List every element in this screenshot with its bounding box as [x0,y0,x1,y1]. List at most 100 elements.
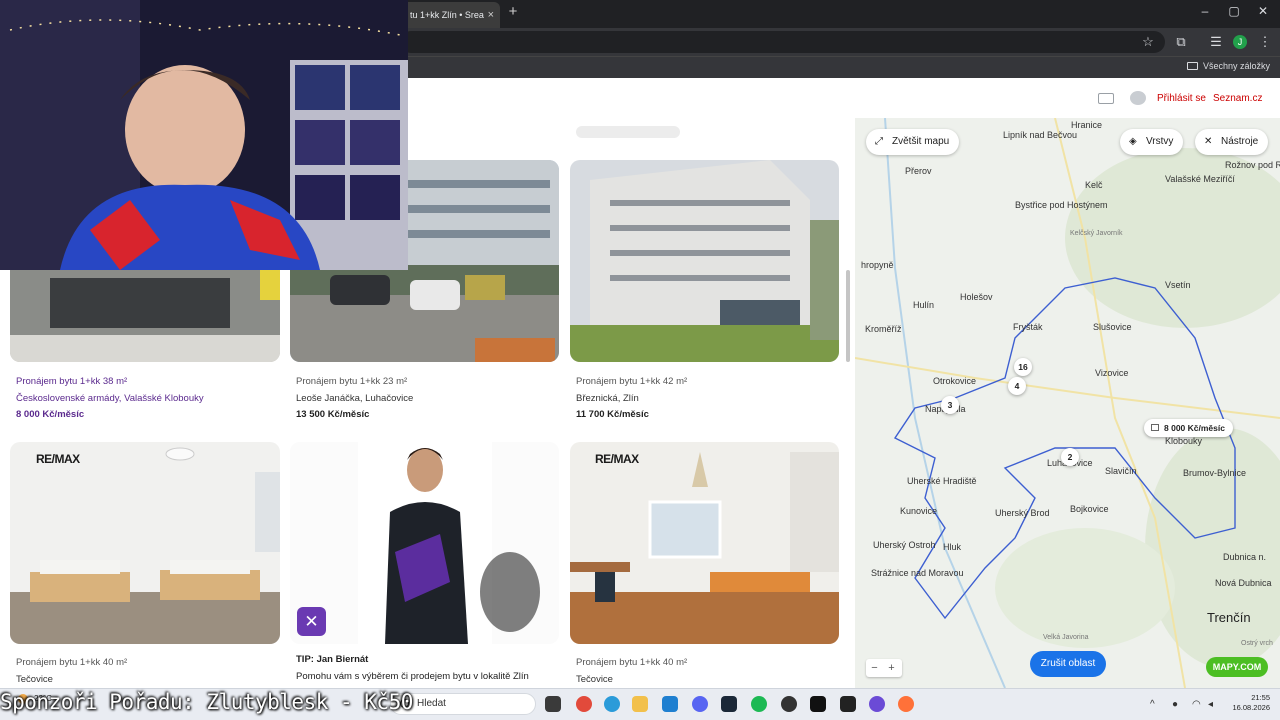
maximize-button[interactable]: ▢ [1224,4,1244,18]
layers-button[interactable]: ◈ Vrstvy [1120,129,1184,155]
listing-location: Tečovice [16,674,53,685]
sparkle-icon: ✕ [297,607,326,636]
mapy-logo[interactable]: MAPY.COM [1206,657,1268,677]
map-place: Hulín [913,300,935,310]
listing-title[interactable]: Pronájem bytu 1+kk 40 m² [576,657,687,668]
obs-icon[interactable] [781,696,797,712]
map-place: hropyně [861,260,894,270]
screen: tu 1+kk Zlín • Srea × + – ▢ ✕ ☆ ⧉ ☰ J ⋮ … [0,0,1280,720]
tiktok-icon[interactable] [810,696,826,712]
taskbar-clock[interactable]: 21:55 16.08.2026 [1228,693,1270,713]
map-cluster-pin[interactable]: 16 [1014,358,1032,376]
listing-title[interactable]: Pronájem bytu 1+kk 40 m² [16,657,127,668]
edge-icon[interactable] [604,696,620,712]
minimize-button[interactable]: – [1195,4,1215,18]
listing-scrollbar[interactable] [846,270,850,362]
discord-icon[interactable] [692,696,708,712]
map-place: Kelč [1085,180,1103,190]
microphone-icon[interactable]: ● [1172,699,1178,710]
listing-photo[interactable] [10,442,280,644]
layers-label: Vrstvy [1146,136,1174,147]
listing-location: Československé armády, Valašské Klobouky [16,393,204,404]
app-icon[interactable] [869,696,885,712]
extensions-icon[interactable]: ⧉ [1173,34,1189,50]
zoom-out-button[interactable]: − [866,659,883,677]
capcut-icon[interactable] [840,696,856,712]
firefox-icon[interactable] [898,696,914,712]
tools-button[interactable]: ✕ Nástroje [1195,129,1269,155]
chat-icon[interactable] [1130,91,1146,105]
listing-title[interactable]: Pronájem bytu 1+kk 38 m² [16,376,127,387]
map-place: Bojkovice [1070,504,1109,514]
listing-photo-image [570,160,839,362]
map-panel[interactable]: Hranice Lipník nad Bečvou Kelč Valašské … [855,118,1280,688]
wifi-icon[interactable]: ◠ [1192,699,1201,710]
bookmark-star-icon[interactable]: ☆ [1140,34,1156,50]
listing-photo[interactable] [570,160,839,362]
map-place: Rožnov pod Radhoštěm [1225,160,1280,170]
webcam-image [0,0,408,270]
layers-icon: ◈ [1129,136,1137,147]
new-tab-button[interactable]: + [505,4,521,20]
reading-list-icon[interactable]: ☰ [1208,34,1224,50]
map-cluster-pin[interactable]: 3 [941,396,959,414]
map-price-label: 8 000 Kč/měsíc [1164,423,1225,433]
chevron-up-icon[interactable]: ^ [1150,699,1155,710]
all-bookmarks-folder[interactable]: Všechny záložky [1186,61,1270,71]
listing-price: 11 700 Kč/měsíc [576,409,649,420]
map-place: Hluk [943,542,962,552]
task-view-icon[interactable] [545,696,561,712]
remax-logo: RE/MAX [595,452,639,466]
mail-icon[interactable] [1098,93,1114,104]
chrome-icon[interactable] [576,696,592,712]
map-place: Otrokovice [933,376,977,386]
sponsor-overlay-text: Sponzoři Pořadu: Zlutyblesk - Kč50 [0,690,413,714]
map-place: Vsetín [1165,280,1191,290]
agent-photo-image [290,442,559,644]
map-place: Hranice [1071,120,1103,130]
tools-icon: ✕ [1204,136,1213,147]
seznam-link[interactable]: Seznam.cz [1213,93,1262,104]
clock-date: 16.08.2026 [1232,703,1270,712]
menu-icon[interactable]: ⋮ [1257,34,1273,50]
agent-promo-photo[interactable] [290,442,559,644]
tools-label: Nástroje [1221,136,1259,147]
map-price-tag[interactable]: 8 000 Kč/měsíc [1144,419,1233,437]
map-cluster-pin[interactable]: 4 [1008,377,1026,395]
profile-avatar[interactable]: J [1233,35,1247,49]
listing-title[interactable]: Pronájem bytu 1+kk 42 m² [576,376,687,387]
listing-price: 8 000 Kč/měsíc [16,409,85,420]
map-place: Trenčín [1207,610,1251,625]
map-place: Nová Dubnica [1215,578,1272,588]
listing-title[interactable]: Pronájem bytu 1+kk 23 m² [296,376,407,387]
map-cluster-pin[interactable]: 2 [1061,448,1079,466]
listing-photo[interactable] [570,442,839,644]
tip-title[interactable]: TIP: Jan Biernát [296,654,368,665]
volume-icon[interactable]: ◂ [1208,699,1213,710]
close-window-button[interactable]: ✕ [1253,4,1273,18]
map-place: Kunovice [900,506,938,516]
map-place: Bystřice pod Hostýnem [1015,200,1108,210]
house-icon [1151,424,1159,431]
tab-close-icon[interactable]: × [488,2,494,28]
address-bar[interactable] [400,31,1165,53]
listing-photo-image [570,442,839,644]
listing-location: Leoše Janáčka, Luhačovice [296,393,414,404]
store-icon[interactable] [662,696,678,712]
file-explorer-icon[interactable] [632,696,648,712]
login-link[interactable]: Přihlásit se [1157,93,1206,104]
cancel-area-button[interactable]: Zrušit oblast [1030,651,1106,677]
map-place: Uherské Hradiště [907,476,977,486]
tip-text: Pomohu vám s výběrem či prodejem bytu v … [296,671,529,682]
browser-tab[interactable]: tu 1+kk Zlín • Srea × [400,2,500,28]
steam-icon[interactable] [721,696,737,712]
zoom-in-button[interactable]: + [883,659,900,677]
listing-location: Tečovice [576,674,613,685]
map-place: Klobouky [1165,436,1203,446]
map-place: Kelčský Javorník [1070,230,1123,237]
spotify-icon[interactable] [751,696,767,712]
webcam-overlay [0,0,408,270]
map-place: Fryšták [1013,322,1043,332]
map-place: Uherský Ostroh [873,540,936,550]
enlarge-map-button[interactable]: ⤢ Zvětšit mapu [866,129,960,155]
